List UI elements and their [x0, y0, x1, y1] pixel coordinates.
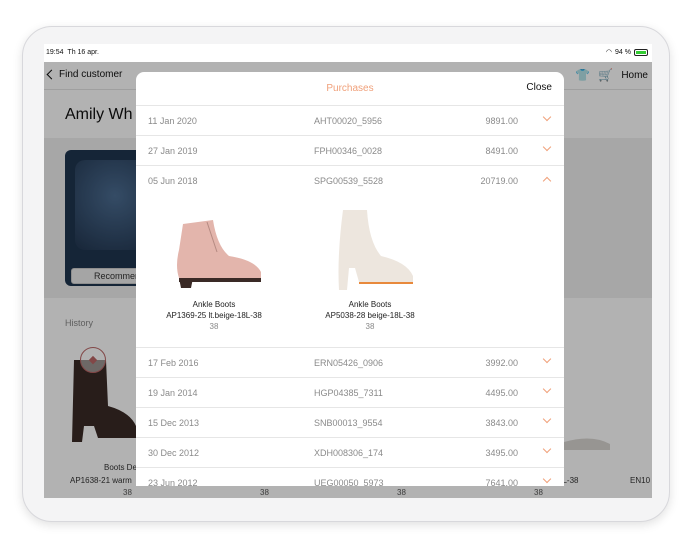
wifi-icon: ◠: [605, 49, 613, 56]
battery-icon: [634, 48, 648, 56]
item-article: AP1369-25 lt.beige-18L-38: [166, 311, 262, 320]
pink-boot-image: [177, 220, 261, 288]
item-size: 38: [209, 322, 219, 331]
item-name: Ankle Boots: [192, 300, 236, 309]
purchase-order: SPG00539_5528: [314, 176, 384, 186]
purchase-row-expanded[interactable]: 05 Jun 2018 SPG00539_5528 20719.00: [136, 166, 564, 196]
close-button[interactable]: Close: [526, 82, 552, 93]
purchase-order: FPH00346_0028: [314, 146, 383, 156]
purchase-date: 15 Dec 2013: [148, 418, 200, 428]
purchase-date: 17 Feb 2016: [148, 358, 199, 368]
beige-boot-image: [338, 210, 413, 290]
purchase-amount: 3843.00: [485, 418, 518, 428]
chevron-down-icon[interactable]: [542, 414, 552, 424]
purchase-order: UEG00050_5973: [314, 478, 384, 486]
purchase-amount: 20719.00: [480, 176, 518, 186]
chevron-down-icon[interactable]: [542, 444, 552, 454]
purchase-date: 23 Jun 2012: [148, 478, 198, 486]
status-right: ◠ 94 %: [606, 48, 648, 56]
modal-header: Purchases Close: [136, 72, 564, 106]
purchase-order: HGP04385_7311: [314, 388, 383, 398]
purchase-order: SNB00013_9554: [314, 418, 383, 428]
chevron-down-icon[interactable]: [542, 384, 552, 394]
purchase-row[interactable]: 19 Jan 2014 HGP04385_7311 4495.00: [136, 378, 564, 408]
purchase-row[interactable]: 30 Dec 2012 XDH008306_174 3495.00: [136, 438, 564, 468]
purchase-item[interactable]: Ankle Boots AP5038-28 beige-18L-38 38: [300, 206, 440, 331]
chevron-down-icon[interactable]: [542, 354, 552, 364]
purchase-amount: 7641.00: [485, 478, 518, 486]
purchase-item[interactable]: Ankle Boots AP1369-25 lt.beige-18L-38 38: [144, 206, 284, 331]
purchase-order: ERN05426_0906: [314, 358, 384, 368]
purchase-row[interactable]: 17 Feb 2016 ERN05426_0906 3992.00: [136, 348, 564, 378]
purchase-date: 30 Dec 2012: [148, 448, 200, 458]
purchases-modal: Purchases Close 11 Jan 2020 AHT00020_595…: [136, 72, 564, 486]
purchase-amount: 8491.00: [485, 146, 518, 156]
purchase-row[interactable]: 15 Dec 2013 SNB00013_9554 3843.00: [136, 408, 564, 438]
chevron-down-icon[interactable]: [542, 142, 552, 152]
purchase-date: 27 Jan 2019: [148, 146, 198, 156]
battery-percent: 94 %: [615, 48, 631, 56]
chevron-down-icon[interactable]: [542, 112, 552, 122]
modal-title: Purchases: [326, 83, 374, 94]
purchase-date: 05 Jun 2018: [148, 176, 198, 186]
purchase-items: Ankle Boots AP1369-25 lt.beige-18L-38 38…: [136, 196, 564, 348]
item-size: 38: [365, 322, 375, 331]
purchase-amount: 4495.00: [485, 388, 518, 398]
purchase-row[interactable]: 23 Jun 2012 UEG00050_5973 7641.00: [136, 468, 564, 486]
purchase-row[interactable]: 27 Jan 2019 FPH00346_0028 8491.00: [136, 136, 564, 166]
purchase-order: XDH008306_174: [314, 448, 384, 458]
purchase-amount: 9891.00: [485, 116, 518, 126]
status-bar: 19:54 Th 16 apr. ◠ 94 %: [44, 44, 652, 62]
item-article: AP5038-28 beige-18L-38: [325, 311, 415, 320]
chevron-down-icon[interactable]: [542, 474, 552, 484]
purchase-order: AHT00020_5956: [314, 116, 383, 126]
status-time: 19:54 Th 16 apr.: [46, 49, 99, 56]
item-name: Ankle Boots: [348, 300, 392, 309]
purchase-date: 11 Jan 2020: [148, 116, 197, 126]
purchase-amount: 3992.00: [485, 358, 518, 368]
purchase-row[interactable]: 11 Jan 2020 AHT00020_5956 9891.00: [136, 106, 564, 136]
chevron-up-icon[interactable]: [542, 176, 552, 186]
app-screen: 19:54 Th 16 apr. ◠ 94 % Find customer 👕 …: [44, 44, 652, 498]
purchase-amount: 3495.00: [485, 448, 518, 458]
purchase-date: 19 Jan 2014: [148, 388, 198, 398]
